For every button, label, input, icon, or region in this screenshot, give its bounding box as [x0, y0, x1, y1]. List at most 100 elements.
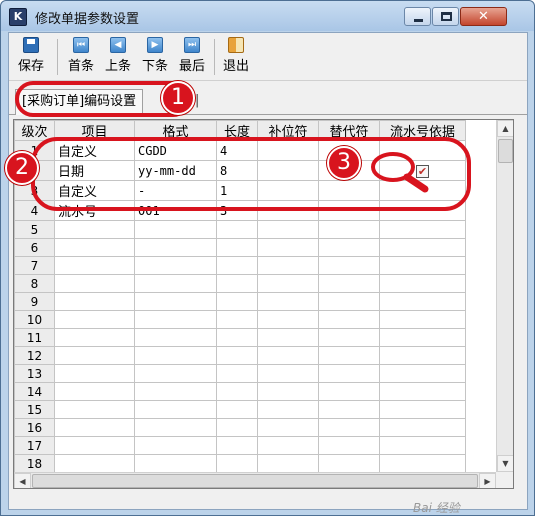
serial-basis-cell[interactable] [379, 310, 466, 329]
serial-basis-cell[interactable] [379, 220, 466, 239]
format-cell[interactable] [134, 292, 217, 311]
column-header-level[interactable]: 级次 [14, 120, 55, 141]
serial-basis-cell[interactable] [379, 382, 466, 401]
format-cell[interactable] [134, 382, 217, 401]
serial-basis-cell[interactable] [379, 200, 466, 221]
vertical-scroll-thumb[interactable] [498, 139, 513, 163]
pad-cell[interactable] [257, 200, 319, 221]
tab-encoding-settings[interactable]: [采购订单]编码设置 [15, 89, 144, 115]
horizontal-scroll-thumb[interactable] [32, 474, 478, 488]
format-cell[interactable]: CGDD [134, 140, 217, 161]
length-cell[interactable]: 8 [216, 160, 258, 181]
format-cell[interactable] [134, 310, 217, 329]
length-cell[interactable] [216, 346, 258, 365]
serial-basis-cell[interactable] [379, 346, 466, 365]
replace-cell[interactable] [318, 200, 380, 221]
length-cell[interactable] [216, 310, 258, 329]
item-cell[interactable] [54, 274, 135, 293]
serial-basis-cell[interactable] [379, 454, 466, 473]
length-cell[interactable]: 1 [216, 180, 258, 201]
format-cell[interactable] [134, 274, 217, 293]
serial-basis-cell[interactable] [379, 256, 466, 275]
first-record-button[interactable]: ⏮ 首条 [63, 37, 99, 79]
table-row[interactable]: 12 [14, 346, 466, 365]
replace-cell[interactable] [318, 346, 380, 365]
length-cell[interactable] [216, 328, 258, 347]
replace-cell[interactable] [318, 382, 380, 401]
item-cell[interactable]: 流水号 [54, 200, 135, 221]
replace-cell[interactable] [318, 274, 380, 293]
pad-cell[interactable] [257, 160, 319, 181]
pad-cell[interactable] [257, 436, 319, 455]
format-cell[interactable] [134, 328, 217, 347]
pad-cell[interactable] [257, 364, 319, 383]
table-row[interactable]: 11 [14, 328, 466, 347]
format-cell[interactable] [134, 364, 217, 383]
column-header-replace[interactable]: 替代符 [318, 120, 380, 141]
pad-cell[interactable] [257, 274, 319, 293]
scroll-left-arrow-icon[interactable]: ◀ [14, 473, 31, 488]
item-cell[interactable] [54, 256, 135, 275]
item-cell[interactable] [54, 310, 135, 329]
serial-basis-cell[interactable] [379, 328, 466, 347]
pad-cell[interactable] [257, 400, 319, 419]
table-row[interactable]: 14 [14, 382, 466, 401]
table-row[interactable]: 15 [14, 400, 466, 419]
table-row[interactable]: 18 [14, 454, 466, 473]
pad-cell[interactable] [257, 220, 319, 239]
format-cell[interactable]: 001 [134, 200, 217, 221]
format-cell[interactable] [134, 238, 217, 257]
item-cell[interactable] [54, 418, 135, 437]
table-row[interactable]: 6 [14, 238, 466, 257]
column-header-pad[interactable]: 补位符 [257, 120, 319, 141]
serial-basis-cell[interactable] [379, 418, 466, 437]
replace-cell[interactable] [318, 436, 380, 455]
pad-cell[interactable] [257, 382, 319, 401]
column-header-serial-basis[interactable]: 流水号依据 [379, 120, 466, 141]
vertical-scrollbar[interactable]: ▲ ▼ [496, 120, 513, 472]
table-row[interactable]: 8 [14, 274, 466, 293]
length-cell[interactable] [216, 292, 258, 311]
item-cell[interactable] [54, 220, 135, 239]
format-cell[interactable]: - [134, 180, 217, 201]
item-cell[interactable] [54, 436, 135, 455]
length-cell[interactable] [216, 256, 258, 275]
table-row[interactable]: 10 [14, 310, 466, 329]
replace-cell[interactable] [318, 418, 380, 437]
serial-basis-cell[interactable] [379, 292, 466, 311]
serial-basis-cell[interactable] [379, 436, 466, 455]
scroll-up-arrow-icon[interactable]: ▲ [497, 120, 513, 137]
scroll-down-arrow-icon[interactable]: ▼ [497, 455, 513, 472]
replace-cell[interactable] [318, 310, 380, 329]
serial-basis-cell[interactable] [379, 238, 466, 257]
format-cell[interactable] [134, 418, 217, 437]
column-header-item[interactable]: 项目 [54, 120, 135, 141]
minimize-button[interactable] [404, 7, 431, 26]
length-cell[interactable] [216, 382, 258, 401]
item-cell[interactable] [54, 364, 135, 383]
item-cell[interactable] [54, 292, 135, 311]
item-cell[interactable]: 自定义 [54, 140, 135, 161]
length-cell[interactable] [216, 454, 258, 473]
serial-basis-cell[interactable] [379, 364, 466, 383]
format-cell[interactable] [134, 436, 217, 455]
replace-cell[interactable] [318, 220, 380, 239]
replace-cell[interactable] [318, 256, 380, 275]
column-header-format[interactable]: 格式 [134, 120, 217, 141]
pad-cell[interactable] [257, 328, 319, 347]
serial-basis-cell[interactable] [379, 400, 466, 419]
item-cell[interactable] [54, 382, 135, 401]
length-cell[interactable] [216, 364, 258, 383]
replace-cell[interactable] [318, 328, 380, 347]
next-record-button[interactable]: ▶ 下条 [137, 37, 173, 79]
tab-overflow[interactable]: | [195, 93, 199, 108]
item-cell[interactable]: 日期 [54, 160, 135, 181]
item-cell[interactable] [54, 454, 135, 473]
length-cell[interactable] [216, 436, 258, 455]
table-row[interactable]: 5 [14, 220, 466, 239]
pad-cell[interactable] [257, 310, 319, 329]
pad-cell[interactable] [257, 238, 319, 257]
replace-cell[interactable] [318, 400, 380, 419]
horizontal-scrollbar[interactable]: ◀ ▶ [14, 472, 496, 488]
pad-cell[interactable] [257, 454, 319, 473]
